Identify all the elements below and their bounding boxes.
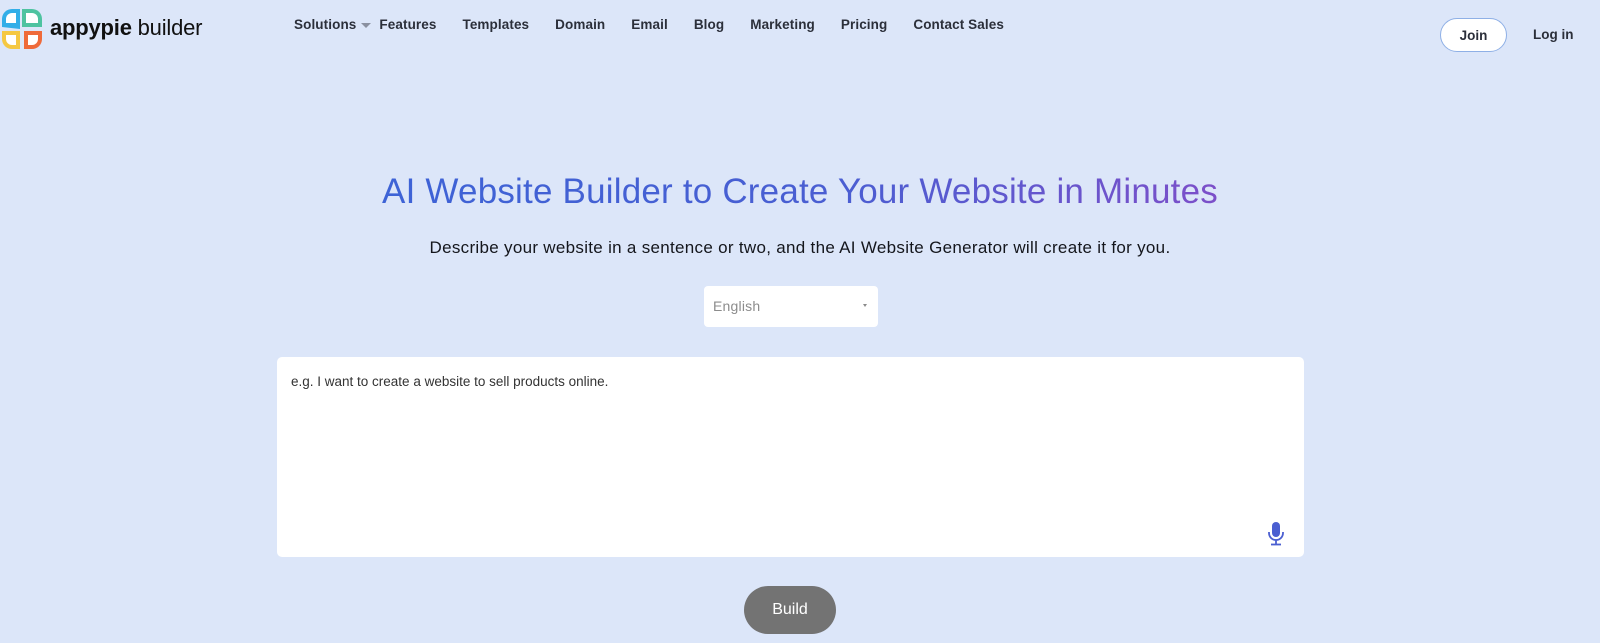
brand-name-rest: builder [131, 15, 203, 40]
nav-domain[interactable]: Domain [555, 17, 605, 32]
nav-pricing[interactable]: Pricing [841, 17, 887, 32]
website-description-input[interactable] [277, 357, 1304, 557]
microphone-icon[interactable] [1268, 522, 1284, 546]
nav-solutions[interactable]: Solutions [294, 17, 372, 32]
nav-features[interactable]: Features [379, 17, 436, 32]
dropdown-arrow-icon [863, 304, 867, 307]
page: appypie builder Solutions Features Templ… [0, 0, 1600, 643]
website-description-box [277, 357, 1304, 557]
login-link[interactable]: Log in [1533, 27, 1574, 42]
page-subtitle: Describe your website in a sentence or t… [429, 238, 1171, 257]
nav-email[interactable]: Email [631, 17, 668, 32]
language-select[interactable]: English [704, 286, 878, 327]
brand-name-bold: appypie [50, 15, 132, 40]
chevron-down-icon [361, 23, 372, 28]
nav-templates[interactable]: Templates [462, 17, 529, 32]
nav-marketing[interactable]: Marketing [750, 17, 815, 32]
page-title-text: AI Website Builder to Create Your Websit… [382, 172, 1218, 211]
nav-blog[interactable]: Blog [694, 17, 724, 32]
page-title: AI Website Builder to Create Your Websit… [0, 172, 1600, 212]
brand-logo[interactable]: appypie builder [0, 5, 202, 51]
language-selected-value: English [713, 298, 761, 314]
appypie-logo-icon [2, 9, 42, 49]
top-header: appypie builder Solutions Features Templ… [0, 0, 1600, 66]
join-button[interactable]: Join [1440, 18, 1507, 52]
nav-solutions-label: Solutions [294, 17, 357, 32]
main-nav: Solutions Features Templates Domain Emai… [294, 17, 1030, 32]
brand-name: appypie builder [50, 15, 202, 41]
build-button[interactable]: Build [744, 586, 836, 634]
nav-contact-sales[interactable]: Contact Sales [913, 17, 1004, 32]
